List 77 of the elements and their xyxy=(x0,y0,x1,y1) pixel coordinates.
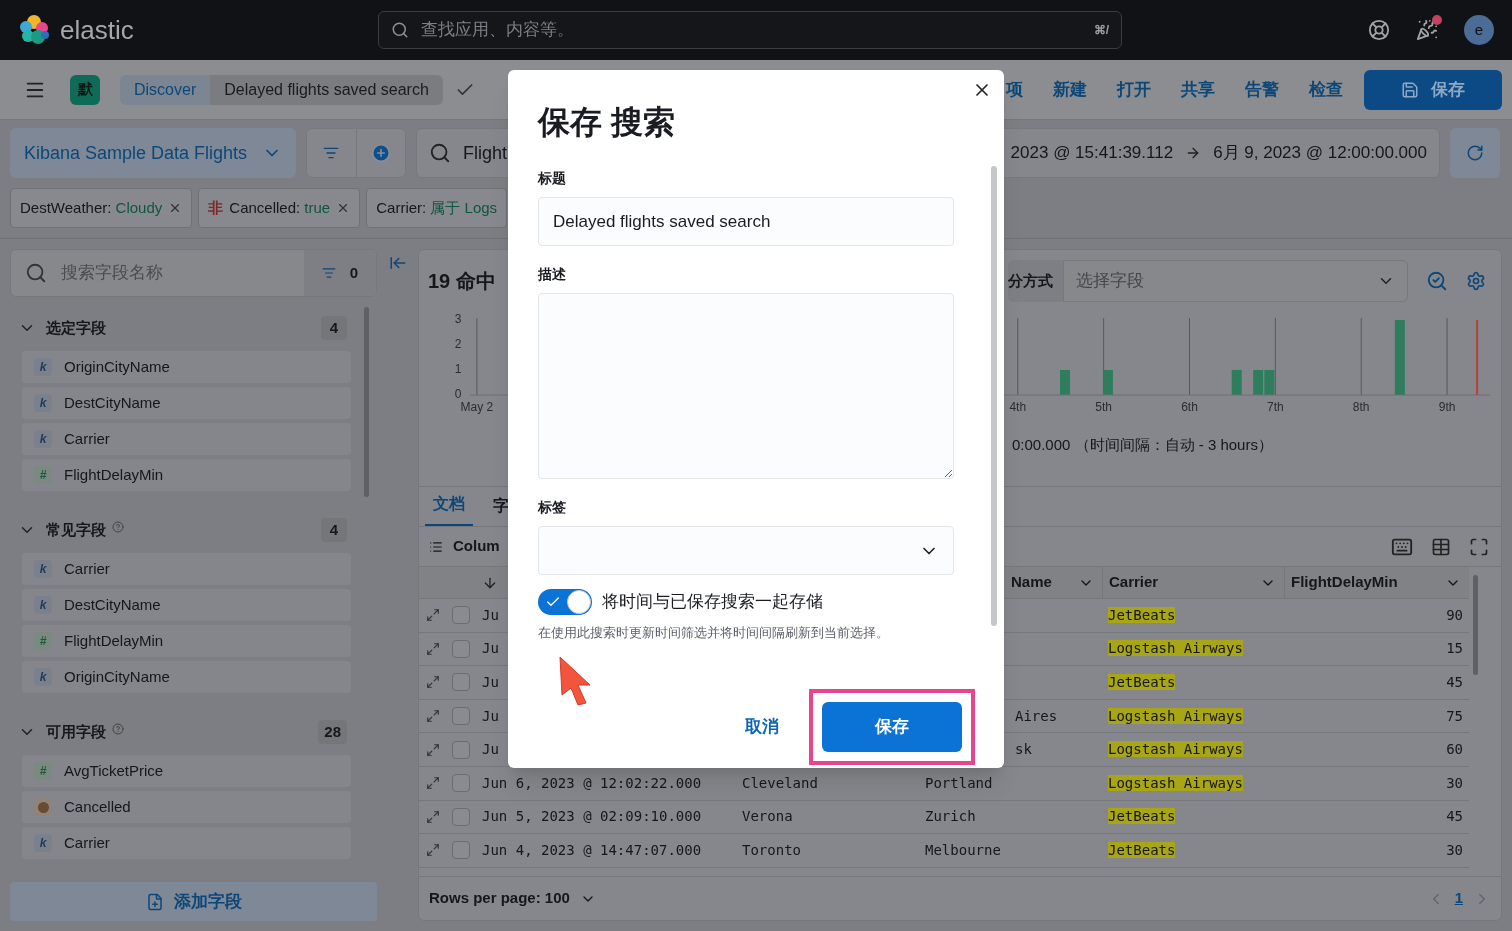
destination-cell: Zurich xyxy=(925,808,976,825)
axis-tick-label: 7th xyxy=(1267,400,1284,414)
filter-label: Carrier: 属于 Logs xyxy=(376,197,498,218)
delay-cell: 75 xyxy=(1446,707,1463,724)
axis-tick-label: 5th xyxy=(1095,400,1112,414)
axis-tick-label: 2 xyxy=(454,337,462,352)
negation-label: 非 xyxy=(208,197,224,218)
number-type-icon: # xyxy=(34,466,52,484)
keyword-type-icon: k xyxy=(34,668,52,686)
origin-cell: Cleveland xyxy=(742,774,818,791)
keyword-type-icon: k xyxy=(34,394,52,412)
axis-tick-label: 1 xyxy=(454,362,462,377)
origin-cell: Verona xyxy=(742,808,793,825)
keyword-type-icon: k xyxy=(34,560,52,578)
count-badge: 4 xyxy=(321,518,347,542)
axis-tick-label: 0 xyxy=(454,387,462,402)
timestamp-cell: Jun 5, 2023 @ 02:09:10.000 xyxy=(482,808,702,825)
keyword-type-icon: k xyxy=(34,834,52,852)
delay-cell: 15 xyxy=(1446,640,1463,657)
carrier-cell: Logstash Airways xyxy=(1108,640,1243,657)
brand-name: elastic xyxy=(60,13,134,47)
axis-tick-label: 9th xyxy=(1438,400,1456,414)
axis-tick-label: 8th xyxy=(1352,400,1370,414)
field-label: 描述 xyxy=(538,265,567,284)
carrier-cell: JetBeats xyxy=(1108,674,1176,690)
keyword-type-icon: k xyxy=(34,358,52,376)
timestamp-cell: Jun 6, 2023 @ 12:02:22.000 xyxy=(482,774,702,791)
interval-text: 0:00.000 （时间间隔：自动 - 3 hours） xyxy=(1012,435,1274,455)
query-text: Flight xyxy=(463,141,507,165)
delay-cell: 45 xyxy=(1446,674,1463,690)
delay-cell: 60 xyxy=(1446,741,1463,758)
dialog-title: 保存 搜索 xyxy=(538,103,676,142)
hits-count: 19 命中 xyxy=(428,269,496,294)
origin-cell: Toronto xyxy=(742,841,801,858)
filter-label: Cancelled: true xyxy=(229,197,331,218)
destination-cell: sk xyxy=(1015,741,1032,758)
destination-cell: Melbourne xyxy=(925,841,1001,858)
breakdown-label: 分方式 xyxy=(1008,260,1063,302)
axis-tick-label: 4th xyxy=(1009,400,1027,414)
number-type-icon: # xyxy=(34,632,52,650)
axis-tick-label: May 2 xyxy=(460,400,494,414)
timestamp-cell: Ju xyxy=(482,741,499,758)
toggle-label: 将时间与已保存搜索一起存储 xyxy=(602,591,823,614)
section-title: 可用字段 xyxy=(46,721,106,742)
number-type-icon: # xyxy=(34,762,52,780)
delay-cell: 45 xyxy=(1446,808,1463,825)
destination-cell: Portland xyxy=(925,774,993,791)
carrier-cell: Logstash Airways xyxy=(1108,707,1243,724)
keyword-type-icon: k xyxy=(34,596,52,614)
delay-cell: 30 xyxy=(1446,774,1463,791)
delay-cell: 90 xyxy=(1446,606,1463,623)
field-label: 标题 xyxy=(538,169,567,188)
field-label: 标签 xyxy=(538,498,567,517)
shortcut-hint: ⌘/ xyxy=(1093,22,1109,39)
carrier-cell: JetBeats xyxy=(1108,841,1176,858)
time-start: 2023 @ 15:41:39.112 xyxy=(1010,142,1174,165)
timestamp-cell: Ju xyxy=(482,674,499,690)
count-badge: 4 xyxy=(321,316,347,340)
timestamp-cell: Ju xyxy=(482,707,499,724)
filter-label: DestWeather: Cloudy xyxy=(20,197,163,218)
section-title: 选定字段 xyxy=(46,317,106,338)
destination-cell: Aires xyxy=(1015,707,1058,724)
carrier-cell: Logstash Airways xyxy=(1108,774,1243,791)
carrier-cell: Logstash Airways xyxy=(1108,741,1243,758)
axis-tick-label: 6th xyxy=(1181,400,1198,414)
delay-cell: 30 xyxy=(1446,841,1463,858)
help-text: 在使用此搜索时更新时间筛选并将时间间隔刷新到当前选择。 xyxy=(538,624,890,642)
timestamp-cell: Ju xyxy=(482,640,499,657)
timestamp-cell: Jun 4, 2023 @ 14:47:07.000 xyxy=(482,841,702,858)
keyword-type-icon: k xyxy=(34,430,52,448)
carrier-cell: JetBeats xyxy=(1108,606,1176,623)
section-title: 常见字段 xyxy=(46,519,106,540)
axis-tick-label: 3 xyxy=(454,312,462,327)
carrier-cell: JetBeats xyxy=(1108,808,1176,825)
count-badge: 28 xyxy=(318,720,347,744)
timestamp-cell: Ju xyxy=(482,606,499,623)
time-end: 6月 9, 2023 @ 12:00:00.000 xyxy=(1213,142,1427,165)
